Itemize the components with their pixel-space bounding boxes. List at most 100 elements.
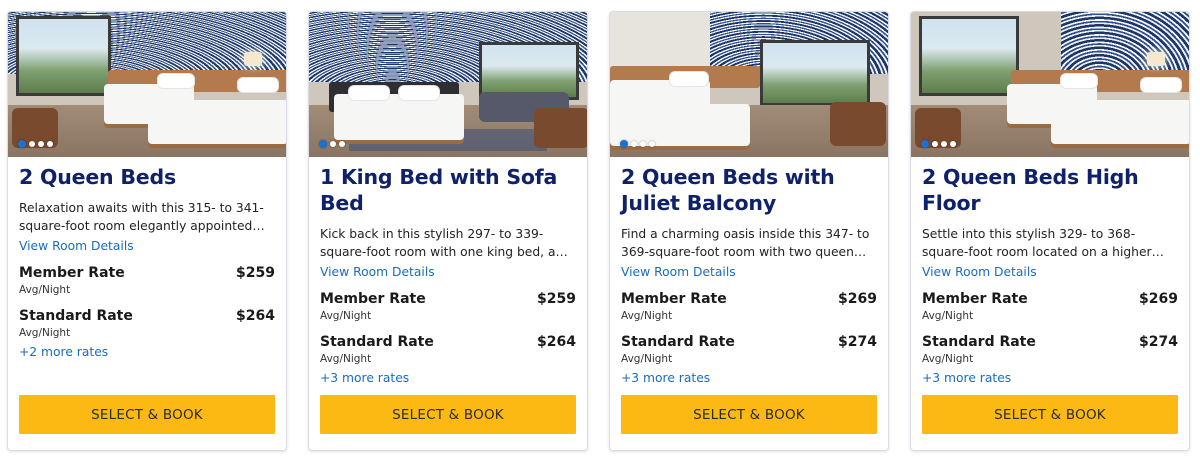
member-rate-row: Member Rate $259 bbox=[19, 265, 275, 281]
room-title: 2 Queen Beds bbox=[19, 165, 176, 189]
window bbox=[760, 40, 870, 106]
rate-subtext: Avg/Night bbox=[19, 327, 71, 339]
room-title: 1 King Bed with Sofa Bed bbox=[320, 165, 558, 215]
room-photo[interactable] bbox=[610, 12, 888, 157]
carousel-dots[interactable] bbox=[319, 140, 345, 148]
pillow bbox=[238, 78, 278, 92]
lamp bbox=[244, 52, 262, 66]
carousel-dot[interactable] bbox=[330, 141, 336, 147]
more-rates-link[interactable]: +3 more rates bbox=[320, 370, 576, 386]
rate-price: $274 bbox=[838, 334, 877, 350]
room-title: 2 Queen Beds High Floor bbox=[922, 165, 1139, 215]
rate-price: $269 bbox=[838, 291, 877, 307]
room-photo[interactable] bbox=[911, 12, 1189, 157]
rate-price: $269 bbox=[1139, 291, 1178, 307]
carousel-dot[interactable] bbox=[950, 141, 956, 147]
view-room-details-link[interactable]: View Room Details bbox=[621, 264, 736, 280]
carousel-dot[interactable] bbox=[38, 141, 44, 147]
carousel-dot[interactable] bbox=[649, 141, 655, 147]
carousel-dot[interactable] bbox=[921, 140, 929, 148]
carousel-dot[interactable] bbox=[319, 140, 327, 148]
bed bbox=[1051, 100, 1189, 144]
more-rates-link[interactable]: +2 more rates bbox=[19, 344, 275, 360]
rate-price: $274 bbox=[1139, 334, 1178, 350]
more-rates-link[interactable]: +3 more rates bbox=[922, 370, 1178, 386]
member-rate-row: Member Rate $269 bbox=[621, 291, 877, 307]
standard-rate-row: Standard Rate $274 bbox=[922, 334, 1178, 350]
member-rate-row: Member Rate $269 bbox=[922, 291, 1178, 307]
window bbox=[16, 16, 111, 96]
chair bbox=[534, 108, 587, 148]
pillow bbox=[1061, 74, 1097, 88]
rate-price: $259 bbox=[537, 291, 576, 307]
rate-label: Member Rate bbox=[19, 265, 125, 281]
carousel-dots[interactable] bbox=[921, 140, 956, 148]
standard-rate-row: Standard Rate $264 bbox=[19, 308, 275, 324]
window bbox=[919, 16, 1019, 96]
standard-rate-row: Standard Rate $264 bbox=[320, 334, 576, 350]
room-description: Settle into this stylish 329- to 368-squ… bbox=[922, 227, 1152, 259]
select-and-book-button[interactable]: SELECT & BOOK bbox=[922, 395, 1178, 434]
view-room-details-link[interactable]: View Room Details bbox=[922, 264, 1037, 280]
card-body: 2 Queen Beds with Juliet Balcony Find a … bbox=[610, 157, 888, 386]
card-body: 1 King Bed with Sofa Bed Kick back in th… bbox=[309, 157, 587, 386]
carousel-dot[interactable] bbox=[339, 141, 345, 147]
room-title: 2 Queen Beds with Juliet Balcony bbox=[621, 165, 835, 215]
rate-subtext: Avg/Night bbox=[922, 353, 974, 365]
room-description: Find a charming oasis inside this 347- t… bbox=[621, 227, 870, 259]
carousel-dot[interactable] bbox=[18, 140, 26, 148]
room-card: 2 Queen Beds High Floor Settle into this… bbox=[910, 11, 1190, 451]
select-and-book-button[interactable]: SELECT & BOOK bbox=[19, 395, 275, 434]
room-photo[interactable] bbox=[309, 12, 587, 157]
pillow bbox=[349, 86, 389, 100]
carousel-dot[interactable] bbox=[640, 141, 646, 147]
room-card: 2 Queen Beds Relaxation awaits with this… bbox=[7, 11, 287, 451]
rate-subtext: Avg/Night bbox=[621, 310, 673, 322]
carousel-dot[interactable] bbox=[631, 141, 637, 147]
rate-subtext: Avg/Night bbox=[320, 353, 372, 365]
rate-price: $264 bbox=[236, 308, 275, 324]
member-rate-row: Member Rate $259 bbox=[320, 291, 576, 307]
rate-label: Member Rate bbox=[320, 291, 426, 307]
rate-subtext: Avg/Night bbox=[621, 353, 673, 365]
wave-mural bbox=[1061, 12, 1189, 74]
carousel-dot[interactable] bbox=[29, 141, 35, 147]
carousel-dot[interactable] bbox=[620, 140, 628, 148]
chair bbox=[830, 102, 886, 146]
rate-label: Standard Rate bbox=[19, 308, 133, 324]
rate-price: $259 bbox=[236, 265, 275, 281]
rate-label: Member Rate bbox=[621, 291, 727, 307]
carousel-dot[interactable] bbox=[932, 141, 938, 147]
select-and-book-button[interactable]: SELECT & BOOK bbox=[621, 395, 877, 434]
carousel-dots[interactable] bbox=[18, 140, 53, 148]
rate-subtext: Avg/Night bbox=[922, 310, 974, 322]
rate-price: $264 bbox=[537, 334, 576, 350]
rate-label: Standard Rate bbox=[922, 334, 1036, 350]
pillow bbox=[158, 74, 194, 88]
room-description: Kick back in this stylish 297- to 339-sq… bbox=[320, 227, 556, 259]
room-description: Relaxation awaits with this 315- to 341-… bbox=[19, 201, 264, 233]
rate-subtext: Avg/Night bbox=[19, 284, 71, 296]
rate-label: Standard Rate bbox=[621, 334, 735, 350]
lamp bbox=[1147, 52, 1165, 66]
pillow bbox=[399, 86, 439, 100]
standard-rate-row: Standard Rate $274 bbox=[621, 334, 877, 350]
room-photo[interactable] bbox=[8, 12, 286, 157]
more-rates-link[interactable]: +3 more rates bbox=[621, 370, 877, 386]
pillow bbox=[670, 72, 708, 86]
rate-label: Standard Rate bbox=[320, 334, 434, 350]
room-card: 1 King Bed with Sofa Bed Kick back in th… bbox=[308, 11, 588, 451]
carousel-dots[interactable] bbox=[620, 140, 655, 148]
select-and-book-button[interactable]: SELECT & BOOK bbox=[320, 395, 576, 434]
card-body: 2 Queen Beds High Floor Settle into this… bbox=[911, 157, 1189, 386]
bed bbox=[334, 94, 464, 140]
carousel-dot[interactable] bbox=[941, 141, 947, 147]
room-cards: 2 Queen Beds Relaxation awaits with this… bbox=[0, 0, 1200, 462]
rate-label: Member Rate bbox=[922, 291, 1028, 307]
bed bbox=[148, 100, 286, 144]
pillow bbox=[1141, 78, 1181, 92]
view-room-details-link[interactable]: View Room Details bbox=[19, 238, 134, 254]
rate-subtext: Avg/Night bbox=[320, 310, 372, 322]
carousel-dot[interactable] bbox=[47, 141, 53, 147]
view-room-details-link[interactable]: View Room Details bbox=[320, 264, 435, 280]
